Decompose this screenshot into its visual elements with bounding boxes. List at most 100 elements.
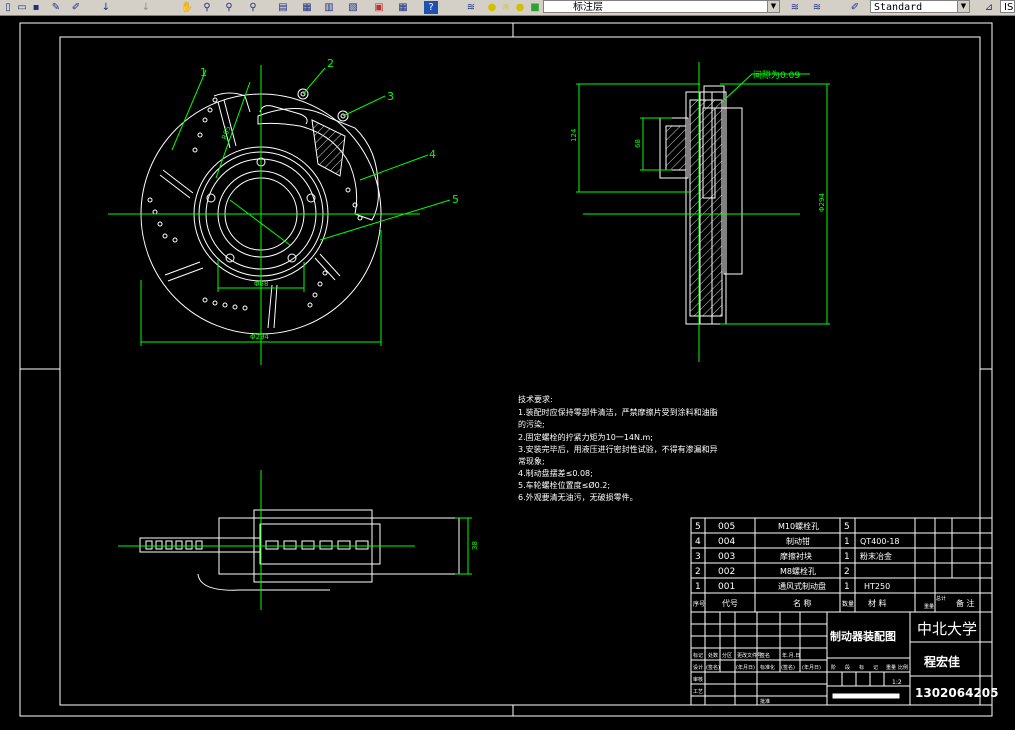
pan-icon[interactable]: ✋ (180, 1, 194, 14)
layer-on-bulb-icon[interactable]: ● (486, 1, 498, 14)
top-view (139, 509, 460, 591)
technical-requirements: 技术要求: 1.装配时应保持零部件清洁，严禁摩擦片受到涂料和油脂 的污染; 2.… (518, 394, 718, 502)
left-label: 工艺 (693, 689, 703, 695)
bom-code: 001 (718, 582, 735, 592)
chevron-down-icon: ▼ (767, 1, 779, 12)
drawing-title: 制动器装配图 (830, 629, 896, 643)
layer-dropdown[interactable]: 标注层 ▼ (543, 0, 780, 13)
dim-style-icon[interactable]: ⊿ (982, 1, 996, 14)
layer-color-icon[interactable]: ■ (530, 1, 540, 14)
dim-style-name: IS (1004, 2, 1014, 13)
bom-seq: 1 (695, 582, 701, 592)
bom-name: 通风式制动盘 (778, 581, 826, 591)
bom-code: 002 (718, 567, 735, 577)
top-view-slots (145, 540, 369, 550)
tech-line: 2.固定螺栓的拧紧力矩为10一14N.m; (518, 432, 653, 442)
dim-68: 68 (634, 139, 642, 148)
bom-seq: 2 (695, 567, 701, 577)
left-label: 批准 (760, 698, 770, 705)
tech-line: 4.制动盘摆差≤0.08; (518, 468, 593, 478)
dim-hub-diameter: Φ88 (254, 280, 268, 288)
properties-icon[interactable]: ▤ (276, 1, 290, 14)
bom-header-qty: 数量 (842, 600, 854, 608)
layer-lock-icon[interactable]: ● (514, 1, 526, 14)
bom-rows: 5 005 M10螺栓孔 5 4 004 制动钳 1 QT400-18 3 00… (693, 521, 975, 610)
bom-name: M10螺栓孔 (778, 521, 819, 531)
tech-title: 技术要求: (518, 394, 553, 404)
open-file-icon[interactable]: ▭ (16, 1, 28, 14)
rev-label: 分区 (722, 652, 732, 659)
rev-label: 签名 (760, 652, 770, 659)
bom-header-note: 备 注 (956, 598, 975, 608)
redo-icon[interactable]: ↓ (140, 1, 152, 14)
autocad-toolbar: ▯ ▭ ▪ ✎ ✐ ↓ ↓ ✋ ⚲ ⚲ ⚲ ▤ ▦ ▥ ▧ ▣ ▦ ? ≋ ● … (0, 0, 1015, 16)
markup-icon[interactable]: ▣ (372, 1, 386, 14)
layer-states-icon[interactable]: ≋ (810, 1, 824, 14)
rev-label: 处数 (708, 652, 718, 659)
tool-palette-icon[interactable]: ▥ (322, 1, 336, 14)
text-style-dropdown[interactable]: Standard ▼ (870, 0, 970, 13)
tech-line: 1.装配时应保持零部件清洁，严禁摩擦片受到涂料和油脂 (518, 407, 718, 417)
design-label: (年月日) (802, 664, 821, 671)
design-label: (签名) (706, 664, 720, 671)
left-label: 审核 (693, 676, 703, 683)
layer-freeze-sun-icon[interactable]: ☼ (500, 1, 512, 14)
stage-label: 段 (845, 664, 850, 671)
bom-name: 摩擦衬块 (780, 551, 812, 561)
title-block-text: 制动器装配图 中北大学 程宏佳 1302064205 1:2 标记 处数 分区 … (693, 620, 999, 705)
save-icon[interactable]: ▪ (30, 1, 42, 14)
bom-header-code: 代号 (722, 598, 738, 608)
student-id: 1302064205 (915, 686, 999, 700)
bom-qty: 1 (844, 582, 850, 592)
design-center-icon[interactable]: ▦ (300, 1, 314, 14)
sheet-set-icon[interactable]: ▧ (346, 1, 360, 14)
zoom-previous-icon[interactable]: ⚲ (246, 1, 260, 14)
leader-label-3: 3 (387, 90, 394, 103)
design-label: 设计 (693, 664, 703, 671)
bom-header-material: 材 料 (868, 598, 887, 608)
stage-label: 阶 (831, 664, 836, 671)
bom-name: 制动钳 (786, 536, 810, 546)
leader-label-5: 5 (452, 193, 459, 206)
section-view (659, 85, 743, 325)
paint-brush-icon[interactable]: ✎ (50, 1, 62, 14)
design-label: (签名) (781, 664, 795, 671)
bom-code: 005 (718, 522, 735, 532)
bom-qty: 2 (844, 567, 850, 577)
bom-code: 004 (718, 537, 735, 547)
dim-style-dropdown[interactable]: IS (1000, 0, 1015, 13)
dim-radius: R65 (220, 125, 232, 141)
bom-material: 粉末冶金 (860, 551, 892, 561)
calculator-icon[interactable]: ▦ (396, 1, 410, 14)
rev-label: 标记 (693, 652, 703, 659)
rev-label: 年.月.日 (782, 652, 800, 659)
text-style-icon[interactable]: ✐ (848, 1, 862, 14)
layer-previous-icon[interactable]: ≋ (788, 1, 802, 14)
leader-label-1: 1 (200, 66, 207, 79)
stage-label: 标 (859, 664, 864, 671)
leader-label-2: 2 (327, 57, 334, 70)
match-properties-icon[interactable]: ✐ (70, 1, 82, 14)
leader-label-4: 4 (429, 148, 436, 161)
new-file-icon[interactable]: ▯ (2, 1, 14, 14)
bom-header-total: 总计 (936, 595, 946, 602)
stage-label: 比例 (898, 664, 908, 671)
layer-manager-icon[interactable]: ≋ (464, 1, 478, 14)
school-name: 中北大学 (917, 620, 977, 638)
zoom-realtime-icon[interactable]: ⚲ (200, 1, 214, 14)
chevron-down-icon: ▼ (957, 1, 969, 12)
bom-qty: 1 (844, 552, 850, 562)
dim-vertical-diameter: Φ294 (818, 193, 826, 212)
drawing-canvas[interactable]: 1 2 3 4 5 Φ294 Φ88 R65 124 68 Φ294 间隙为0.… (0, 16, 1015, 730)
stage-label: 重量 (886, 664, 896, 671)
zoom-window-icon[interactable]: ⚲ (222, 1, 236, 14)
help-icon[interactable]: ? (424, 1, 438, 14)
gap-note: 间隙为0.09 (753, 69, 800, 81)
dim-124: 124 (570, 128, 578, 142)
bom-name: M8螺栓孔 (780, 566, 816, 576)
tech-line: 3.安装完毕后，用液压进行密封性试验，不得有渗漏和异 (518, 444, 718, 454)
undo-icon[interactable]: ↓ (100, 1, 112, 14)
bom-code: 003 (718, 552, 735, 562)
bom-header-name: 名 称 (793, 598, 812, 608)
tech-line: 的污染; (518, 419, 545, 429)
